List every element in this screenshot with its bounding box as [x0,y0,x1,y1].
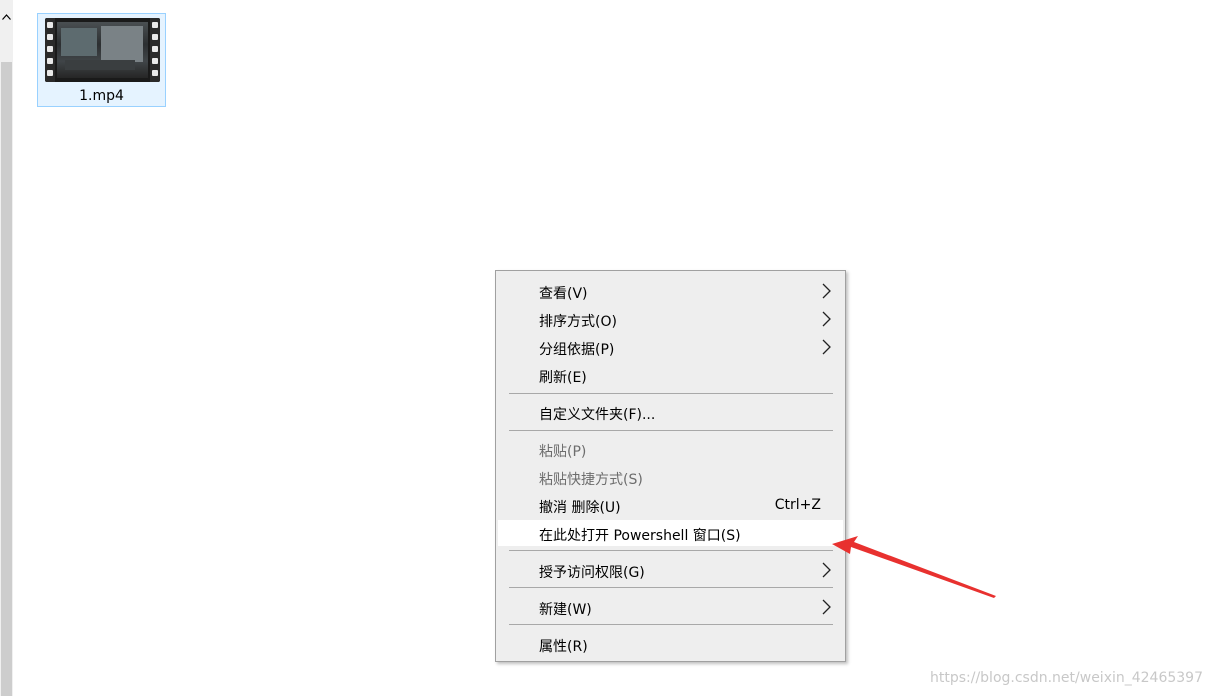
menu-separator [509,587,833,588]
menu-separator [509,393,833,394]
chevron-right-icon [822,339,831,355]
menu-item-refresh[interactable]: 刷新(E) [498,362,843,388]
menu-item-label: 授予访问权限(G) [539,565,645,581]
film-strip-left [45,18,55,82]
menu-item-label: 分组依据(P) [539,342,615,358]
menu-item-label: 撤消 删除(U) [539,500,621,516]
file-name-label: 1.mp4 [79,88,124,104]
menu-item-label: 自定义文件夹(F)... [539,407,656,423]
file-item-video[interactable]: 1.mp4 [37,13,166,107]
menu-item-label: 粘贴(P) [539,444,587,460]
film-strip-right [150,18,160,82]
menu-item-paste: 粘贴(P) [498,436,843,462]
scroll-up-button[interactable] [0,0,13,34]
watermark-text: https://blog.csdn.net/weixin_42465397 [929,670,1203,686]
explorer-view: 1.mp4 查看(V) 排序方式(O) 分组依据(P) 刷新(E) 自定义文件夹… [0,0,1211,696]
video-file-icon [45,18,160,82]
menu-separator [509,550,833,551]
menu-item-customize-folder[interactable]: 自定义文件夹(F)... [498,399,843,425]
context-menu: 查看(V) 排序方式(O) 分组依据(P) 刷新(E) 自定义文件夹(F)...… [495,270,846,662]
video-preview-frame [57,22,148,78]
menu-item-view[interactable]: 查看(V) [498,278,843,304]
menu-item-properties[interactable]: 属性(R) [498,631,843,657]
menu-item-label: 新建(W) [539,602,592,618]
chevron-up-icon [2,14,11,20]
menu-item-group-by[interactable]: 分组依据(P) [498,334,843,360]
menu-item-label: 粘贴快捷方式(S) [539,472,643,488]
menu-item-label: 排序方式(O) [539,314,617,330]
chevron-right-icon [822,599,831,615]
menu-item-label: 查看(V) [539,286,588,302]
chevron-right-icon [822,283,831,299]
chevron-right-icon [822,311,831,327]
menu-item-paste-shortcut: 粘贴快捷方式(S) [498,464,843,490]
menu-item-new[interactable]: 新建(W) [498,594,843,620]
menu-item-label: 属性(R) [539,639,588,655]
menu-item-shortcut: Ctrl+Z [774,497,821,513]
menu-item-sort-by[interactable]: 排序方式(O) [498,306,843,332]
red-arrow-annotation [832,536,996,598]
menu-separator [509,430,833,431]
scrollbar-thumb[interactable] [1,62,12,696]
menu-item-label: 刷新(E) [539,370,587,386]
menu-separator [509,624,833,625]
menu-item-open-powershell[interactable]: 在此处打开 Powershell 窗口(S) [498,520,843,546]
menu-item-give-access[interactable]: 授予访问权限(G) [498,557,843,583]
vertical-scrollbar[interactable] [0,0,13,696]
menu-item-label: 在此处打开 Powershell 窗口(S) [539,528,741,544]
menu-item-undo-delete[interactable]: 撤消 删除(U) Ctrl+Z [498,492,843,518]
